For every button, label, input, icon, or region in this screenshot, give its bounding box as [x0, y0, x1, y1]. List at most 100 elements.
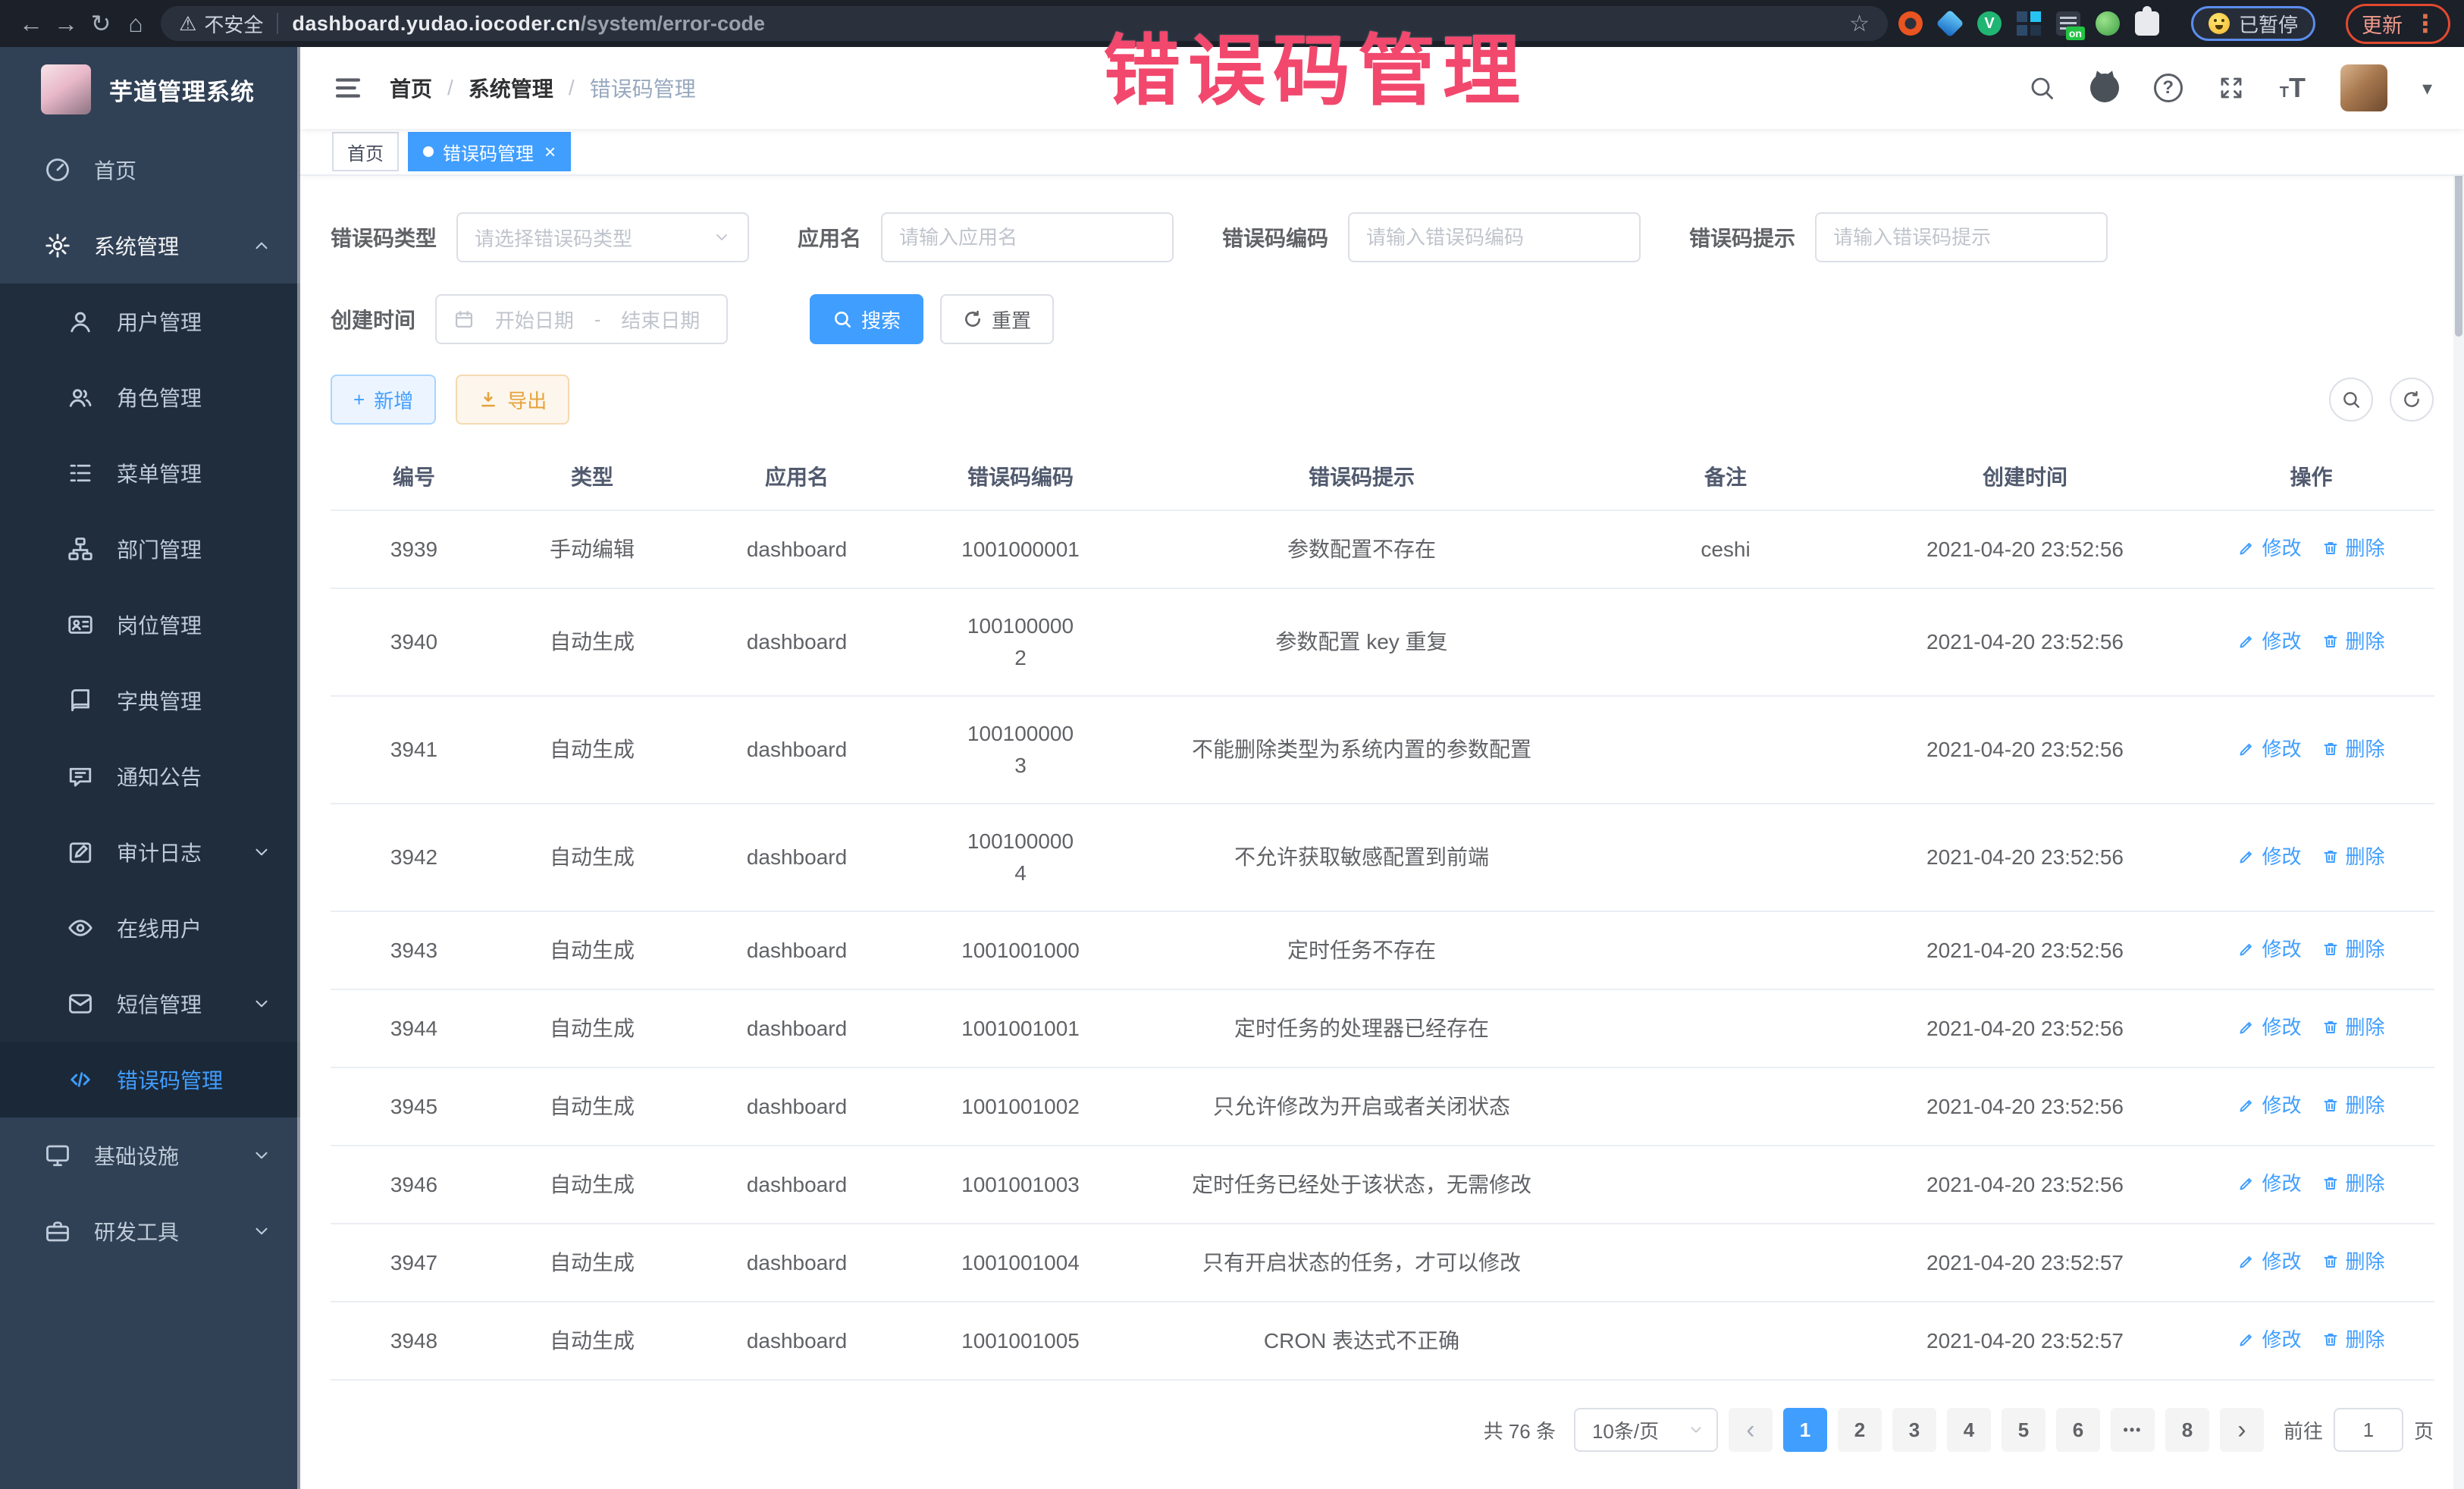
date-range-picker[interactable]: 开始日期 - 结束日期 — [435, 294, 728, 344]
fullscreen-icon[interactable] — [2218, 74, 2245, 102]
profile-paused-pill[interactable]: 已暂停 — [2191, 6, 2315, 41]
add-button[interactable]: + 新增 — [331, 375, 436, 425]
sidebar-item-error-code[interactable]: 错误码管理 — [0, 1042, 300, 1118]
pagination-page-2[interactable]: 2 — [1838, 1408, 1882, 1452]
edit-link[interactable]: 修改 — [2237, 532, 2301, 564]
search-button[interactable]: 搜索 — [810, 294, 923, 344]
delete-link[interactable]: 删除 — [2321, 1246, 2385, 1277]
extension-ubuntu-icon[interactable] — [1898, 11, 1923, 36]
extension-key-icon[interactable] — [2096, 11, 2120, 36]
delete-link[interactable]: 删除 — [2321, 933, 2385, 965]
security-badge[interactable]: ⚠ 不安全 — [179, 10, 263, 38]
edit-link[interactable]: 修改 — [2237, 1011, 2301, 1043]
goto-page-input[interactable] — [2334, 1408, 2403, 1452]
edit-link[interactable]: 修改 — [2237, 1324, 2301, 1356]
edit-link[interactable]: 修改 — [2237, 733, 2301, 765]
pagination-prev-button[interactable]: ‹ — [1729, 1408, 1773, 1452]
sidebar-item-dict[interactable]: 字典管理 — [0, 663, 300, 738]
error-code-input[interactable] — [1366, 226, 1622, 249]
toggle-search-button[interactable] — [2329, 378, 2373, 422]
browser-home-icon[interactable]: ⌂ — [118, 6, 153, 41]
edit-link[interactable]: 修改 — [2237, 841, 2301, 873]
font-size-icon[interactable]: TT — [2280, 74, 2306, 102]
browser-forward-icon[interactable]: → — [49, 6, 83, 41]
browser-menu-kebab-icon[interactable]: ⋮ — [2413, 11, 2437, 36]
pagination-page-5[interactable]: 5 — [2002, 1408, 2045, 1452]
tag-bar: 首页 错误码管理 × — [300, 129, 2464, 176]
error-code-table: 编号 类型 应用名 错误码编码 错误码提示 备注 创建时间 操作 3939 手动… — [331, 443, 2434, 1381]
edit-link[interactable]: 修改 — [2237, 1089, 2301, 1121]
cell-remark — [1589, 911, 1862, 989]
pagination-page-4[interactable]: 4 — [1947, 1408, 1991, 1452]
pagination-page-6[interactable]: 6 — [2056, 1408, 2100, 1452]
error-message-input[interactable] — [1833, 226, 2089, 249]
sidebar-item-notice[interactable]: 通知公告 — [0, 738, 300, 814]
extension-switch-icon[interactable]: on — [2056, 11, 2080, 36]
pagination-next-button[interactable]: › — [2220, 1408, 2264, 1452]
sidebar-logo[interactable]: 芋道管理系统 — [0, 47, 300, 132]
sidebar-item-infrastructure[interactable]: 基础设施 — [0, 1118, 300, 1193]
edit-link[interactable]: 修改 — [2237, 625, 2301, 657]
extension-v-icon[interactable]: V — [1977, 11, 2002, 36]
delete-link[interactable]: 删除 — [2321, 733, 2385, 765]
extension-grid-icon[interactable] — [2017, 11, 2041, 36]
bookmark-star-icon[interactable]: ☆ — [1849, 11, 1870, 37]
hamburger-icon[interactable] — [332, 72, 364, 104]
extension-gem-icon[interactable] — [1936, 9, 1964, 37]
sidebar-item-home[interactable]: 首页 — [0, 132, 300, 208]
delete-link[interactable]: 删除 — [2321, 841, 2385, 873]
sidebar-item-system[interactable]: 系统管理 — [0, 208, 300, 284]
reset-button[interactable]: 重置 — [940, 294, 1054, 344]
breadcrumb-system[interactable]: 系统管理 — [469, 73, 553, 103]
start-date-placeholder[interactable]: 开始日期 — [485, 306, 584, 334]
export-button[interactable]: 导出 — [456, 375, 569, 425]
sidebar-item-posts[interactable]: 岗位管理 — [0, 587, 300, 663]
error-type-select[interactable]: 请选择错误码类型 — [456, 212, 749, 262]
extensions-puzzle-icon[interactable] — [2135, 11, 2159, 36]
search-icon[interactable] — [2028, 74, 2055, 102]
sidebar-item-audit-log[interactable]: 审计日志 — [0, 814, 300, 890]
browser-update-button[interactable]: 更新 ⋮ — [2346, 4, 2450, 44]
delete-link[interactable]: 删除 — [2321, 1089, 2385, 1121]
edit-link[interactable]: 修改 — [2237, 933, 2301, 965]
delete-link[interactable]: 删除 — [2321, 1168, 2385, 1199]
tab-home[interactable]: 首页 — [332, 132, 399, 171]
cell-type: 自动生成 — [497, 989, 687, 1067]
sidebar-item-online-users[interactable]: 在线用户 — [0, 890, 300, 966]
github-icon[interactable] — [2090, 74, 2119, 102]
avatar[interactable] — [2340, 64, 2387, 111]
pagination-page-1[interactable]: 1 — [1783, 1408, 1827, 1452]
address-bar[interactable]: ⚠ 不安全 dashboard.yudao.iocoder.cn /system… — [161, 6, 1888, 41]
sidebar-item-menus[interactable]: 菜单管理 — [0, 435, 300, 511]
browser-back-icon[interactable]: ← — [14, 6, 49, 41]
delete-link[interactable]: 删除 — [2321, 1324, 2385, 1356]
window-scrollbar[interactable] — [2453, 47, 2464, 1489]
edit-link[interactable]: 修改 — [2237, 1246, 2301, 1277]
pagination-page-3[interactable]: 3 — [1892, 1408, 1936, 1452]
sidebar-item-users[interactable]: 用户管理 — [0, 284, 300, 359]
cell-app: dashboard — [687, 804, 907, 911]
browser-reload-icon[interactable]: ↻ — [83, 6, 118, 41]
edit-link[interactable]: 修改 — [2237, 1168, 2301, 1199]
close-icon[interactable]: × — [544, 142, 556, 161]
refresh-table-button[interactable] — [2390, 378, 2434, 422]
help-icon[interactable]: ? — [2154, 74, 2183, 102]
delete-link[interactable]: 删除 — [2321, 1011, 2385, 1043]
end-date-placeholder[interactable]: 结束日期 — [611, 306, 710, 334]
tab-error-code[interactable]: 错误码管理 × — [408, 132, 571, 171]
delete-link[interactable]: 删除 — [2321, 625, 2385, 657]
sidebar-item-dev-tools[interactable]: 研发工具 — [0, 1193, 300, 1269]
sidebar-item-roles[interactable]: 角色管理 — [0, 359, 300, 435]
caret-down-icon[interactable]: ▾ — [2422, 77, 2432, 100]
app-name-input[interactable] — [899, 226, 1155, 249]
cell-id: 3948 — [331, 1302, 497, 1380]
sidebar-item-departments[interactable]: 部门管理 — [0, 511, 300, 587]
delete-link-label: 删除 — [2346, 625, 2385, 657]
page-size-select[interactable]: 10条/页 — [1574, 1408, 1718, 1452]
pagination-more-icon[interactable]: ••• — [2111, 1408, 2155, 1452]
sidebar-item-label: 用户管理 — [117, 306, 202, 337]
pagination-page-8[interactable]: 8 — [2165, 1408, 2209, 1452]
delete-link[interactable]: 删除 — [2321, 532, 2385, 564]
sidebar-item-sms[interactable]: 短信管理 — [0, 966, 300, 1042]
breadcrumb-home[interactable]: 首页 — [390, 73, 432, 103]
